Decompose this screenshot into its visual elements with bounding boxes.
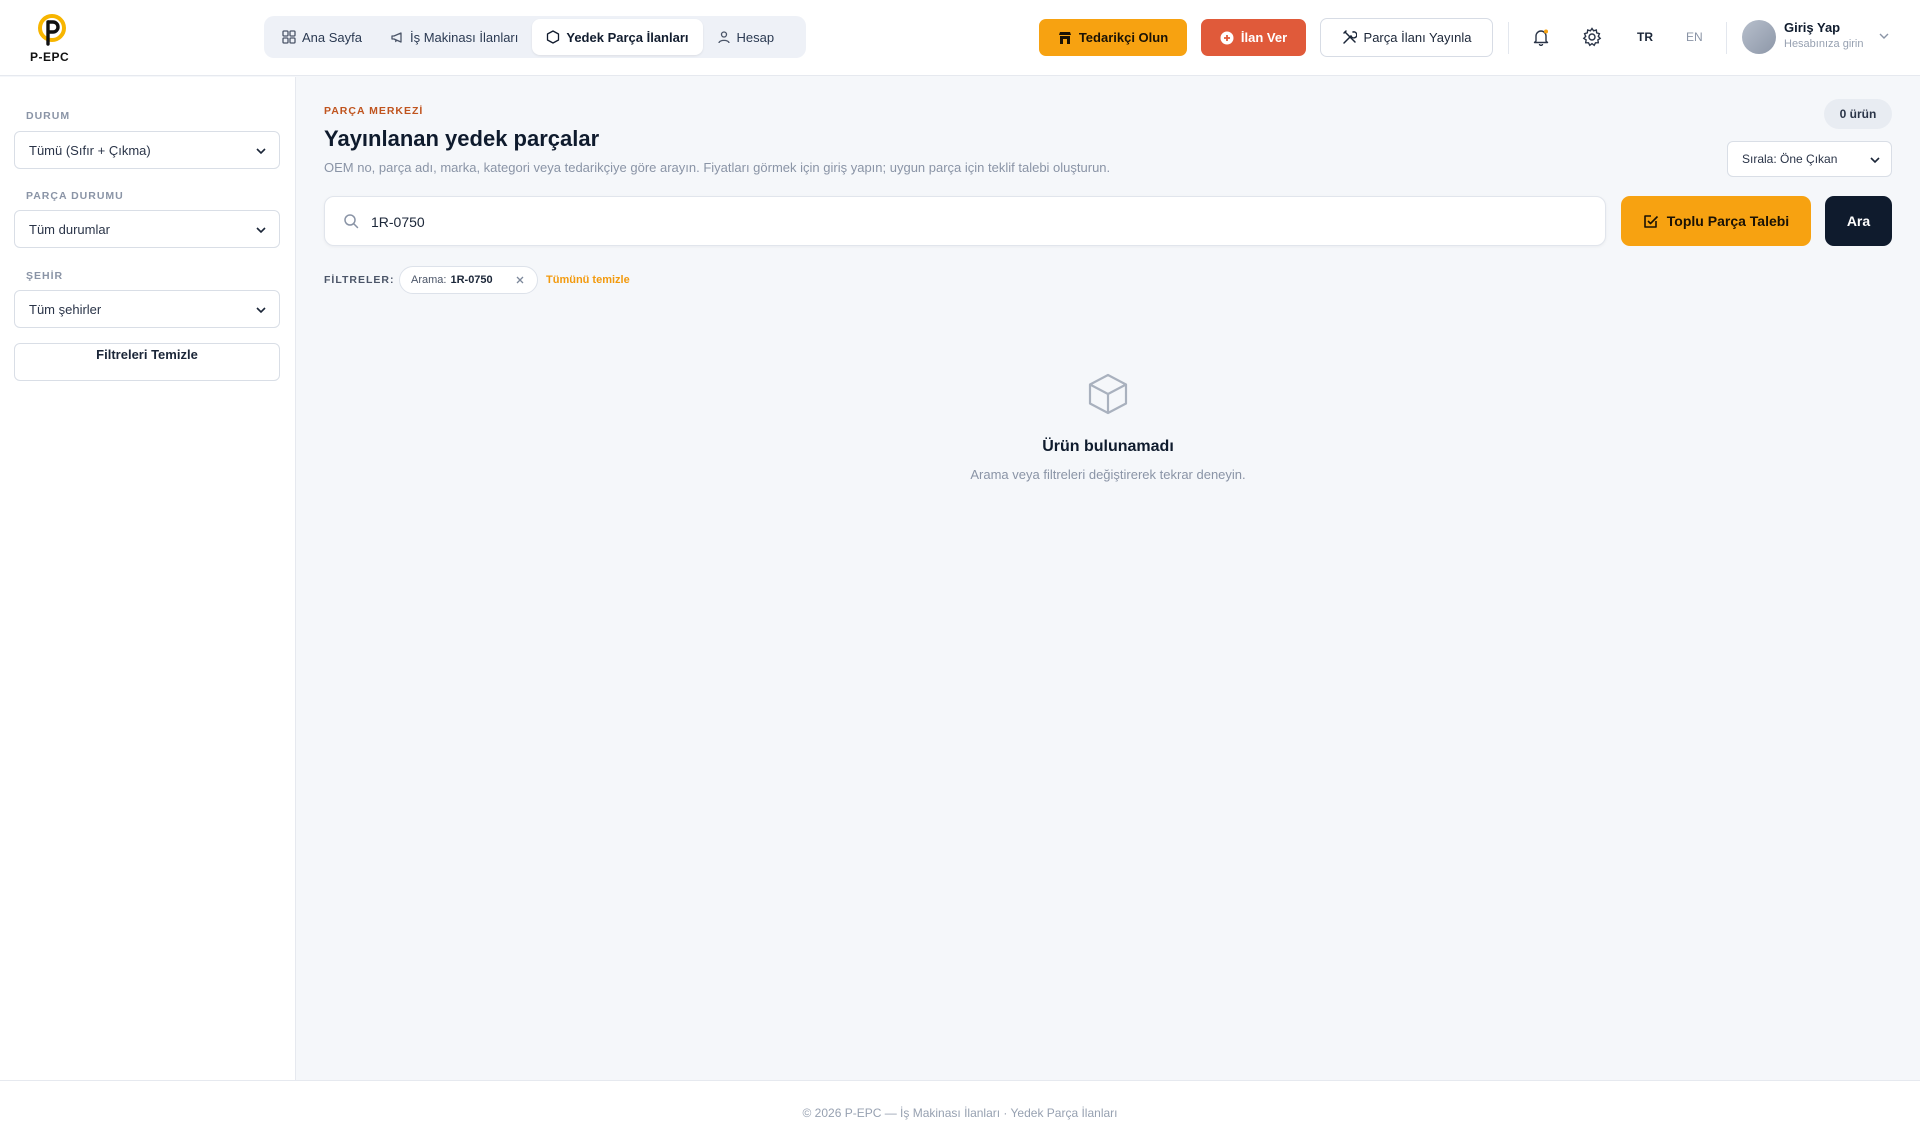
lang-en[interactable]: EN	[1686, 30, 1703, 44]
status-select-value: Tümü (Sıfır + Çıkma)	[29, 142, 151, 158]
nav-machine-ads[interactable]: İş Makinası İlanları	[376, 19, 532, 55]
lang-tr[interactable]: TR	[1637, 30, 1653, 44]
filter-chip-key: Arama:	[411, 274, 447, 286]
become-supplier-label: Tedarikçi Olun	[1078, 30, 1169, 45]
search-icon	[344, 214, 359, 229]
city-select-value: Tüm şehirler	[29, 301, 102, 317]
sort-select[interactable]: Sırala: Öne Çıkan	[1727, 141, 1892, 177]
nav-account-label: Hesap	[736, 29, 775, 45]
status-filter-label: DURUM	[26, 110, 71, 122]
search-input[interactable]	[371, 207, 1571, 237]
package-icon	[1088, 373, 1128, 415]
megaphone-icon	[391, 32, 402, 43]
part-status-select[interactable]: Tüm durumlar	[14, 210, 280, 248]
chevron-down-icon	[256, 227, 266, 234]
gear-icon	[1582, 27, 1602, 47]
box-icon	[547, 30, 560, 44]
become-supplier-button[interactable]: Tedarikçi Olun	[1039, 19, 1187, 56]
chevron-down-icon	[256, 148, 266, 155]
bulk-part-request-button[interactable]: Toplu Parça Talebi	[1621, 196, 1811, 246]
nav-home-label: Ana Sayfa	[302, 29, 362, 45]
clear-filters-button[interactable]: Filtreleri Temizle	[14, 343, 280, 381]
clear-all-filters-link[interactable]: Tümünü temizle	[546, 274, 630, 286]
result-count-badge: 0 ürün	[1824, 99, 1892, 129]
page-description: OEM no, parça adı, marka, kategori veya …	[324, 160, 1111, 175]
brand-logo[interactable]: P-EPC	[28, 14, 76, 64]
login-title[interactable]: Giriş Yap	[1784, 20, 1840, 35]
publish-part-label: Parça İlanı Yayınla	[1363, 30, 1472, 45]
section-eyebrow: PARÇA MERKEZİ	[324, 105, 424, 117]
notifications-button[interactable]	[1529, 25, 1553, 49]
settings-button[interactable]	[1580, 25, 1604, 49]
top-header: P-EPC Ana Sayfa İş Makinası İlanları Yed…	[0, 0, 1920, 76]
close-icon[interactable]	[513, 273, 527, 287]
part-status-select-value: Tüm durumlar	[29, 221, 110, 237]
edit-checkbox-icon	[1643, 215, 1658, 228]
status-select[interactable]: Tümü (Sıfır + Çıkma)	[14, 131, 280, 169]
logo-text: P-EPC	[30, 50, 70, 64]
city-select[interactable]: Tüm şehirler	[14, 290, 280, 328]
user-icon	[717, 31, 730, 44]
chevron-down-icon	[256, 307, 266, 314]
city-filter-label: ŞEHİR	[26, 270, 64, 282]
header-divider	[1726, 22, 1727, 54]
clear-filters-label: Filtreleri Temizle	[96, 347, 198, 362]
nav-home[interactable]: Ana Sayfa	[268, 19, 376, 55]
empty-state-title: Ürün bulunamadı	[1042, 438, 1174, 455]
grid-icon	[282, 30, 296, 44]
avatar[interactable]	[1742, 20, 1776, 54]
store-icon	[1058, 31, 1071, 44]
search-button[interactable]: Ara	[1825, 196, 1892, 246]
bulk-part-request-label: Toplu Parça Talebi	[1666, 213, 1790, 229]
logo-mark-icon	[38, 14, 66, 46]
active-filters-label: FİLTRELER:	[324, 274, 395, 286]
footer-text: © 2026 P-EPC — İş Makinası İlanları · Ye…	[802, 1105, 1118, 1120]
nav-spare-parts-label: Yedek Parça İlanları	[566, 29, 689, 45]
chevron-down-icon	[1870, 157, 1880, 164]
bell-icon	[1533, 29, 1549, 46]
header-divider	[1508, 22, 1509, 54]
empty-state-subtitle: Arama veya filtreleri değiştirerek tekra…	[970, 467, 1246, 482]
plus-circle-icon	[1220, 31, 1234, 44]
sort-select-value: Sırala: Öne Çıkan	[1742, 152, 1838, 166]
tools-icon	[1342, 30, 1357, 44]
nav-machine-ads-label: İş Makinası İlanları	[410, 29, 519, 45]
footer: © 2026 P-EPC — İş Makinası İlanları · Ye…	[0, 1080, 1920, 1144]
search-bar	[324, 196, 1606, 246]
filter-chip-value: 1R-0750	[450, 274, 493, 286]
filter-chip-search: Arama: 1R-0750	[399, 266, 538, 294]
filter-sidebar: DURUM Tümü (Sıfır + Çıkma) PARÇA DURUMU …	[0, 77, 296, 1080]
part-status-filter-label: PARÇA DURUMU	[26, 190, 124, 202]
login-subtitle: Hesabınıza girin	[1784, 38, 1864, 50]
main-nav: Ana Sayfa İş Makinası İlanları Yedek Par…	[264, 16, 806, 58]
page-title: Yayınlanan yedek parçalar	[324, 126, 600, 151]
nav-account[interactable]: Hesap	[703, 19, 789, 55]
publish-part-button[interactable]: Parça İlanı Yayınla	[1320, 18, 1493, 57]
chevron-down-icon[interactable]	[1878, 30, 1890, 42]
nav-spare-parts[interactable]: Yedek Parça İlanları	[532, 19, 703, 55]
post-ad-button[interactable]: İlan Ver	[1201, 19, 1306, 56]
post-ad-label: İlan Ver	[1240, 30, 1288, 45]
